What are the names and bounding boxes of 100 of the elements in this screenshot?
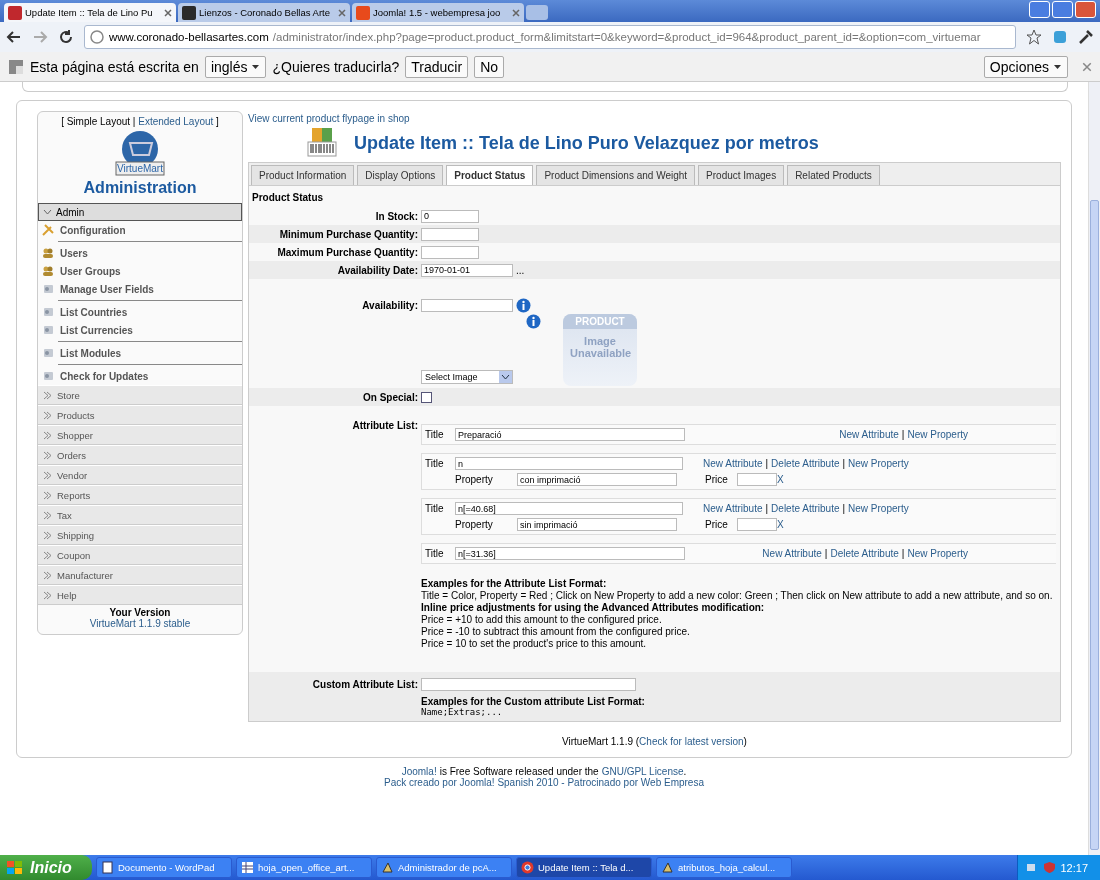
sidebar-section[interactable]: Tax: [38, 505, 242, 525]
taskbar-item[interactable]: Documento - WordPad: [96, 857, 232, 878]
check-version-link[interactable]: Check for latest version: [639, 736, 744, 747]
layout-link[interactable]: Extended Layout: [138, 116, 214, 127]
text-field[interactable]: sin imprimació: [517, 518, 677, 531]
text-field[interactable]: [737, 473, 777, 486]
form-tab[interactable]: Product Images: [698, 165, 785, 185]
sidebar-section[interactable]: Help: [38, 585, 242, 605]
translate-button[interactable]: No: [474, 55, 505, 78]
favicon-icon: [182, 5, 196, 20]
browser-tab[interactable]: Lienzos - Coronado Bellas Arte: [178, 3, 350, 22]
text-field[interactable]: [737, 518, 777, 531]
form-tab[interactable]: Product Status: [446, 165, 534, 185]
sidebar-section[interactable]: Shipping: [38, 525, 242, 545]
star-icon[interactable]: [1026, 29, 1042, 45]
language-dropdown[interactable]: inglés: [204, 55, 267, 78]
admin-section-header[interactable]: Admin: [38, 203, 242, 221]
taskbar-item[interactable]: atributos_hoja_calcul...: [656, 857, 792, 878]
text-field[interactable]: n: [455, 457, 683, 470]
sidebar-section[interactable]: Reports: [38, 485, 242, 505]
translate-button[interactable]: Traducir: [405, 55, 469, 78]
sidebar-section[interactable]: Manufacturer: [38, 565, 242, 585]
sidebar-item[interactable]: Users: [38, 244, 242, 262]
help-text: Price = -10 to subtract this amount from the configured price.: [421, 626, 691, 638]
wrench-icon[interactable]: [1078, 29, 1094, 45]
delete-link[interactable]: X: [777, 519, 784, 530]
sidebar-section[interactable]: Vendor: [38, 465, 242, 485]
text-field[interactable]: [421, 227, 479, 241]
text-field[interactable]: 1970-01-01: [421, 263, 513, 277]
minimize-button[interactable]: [1029, 1, 1050, 18]
attribute-link[interactable]: Delete Attribute: [771, 458, 840, 469]
browser-tab[interactable]: Update Item :: Tela de Lino Pu: [4, 3, 176, 22]
close-icon[interactable]: [1082, 61, 1092, 72]
version-link[interactable]: VirtueMart 1.1.9 stable: [89, 618, 191, 629]
forward-icon[interactable]: [32, 29, 48, 45]
taskbar-item[interactable]: hoja_open_office_art...: [236, 857, 372, 878]
attribute-link[interactable]: Delete Attribute: [771, 503, 840, 514]
attribute-link[interactable]: New Attribute: [703, 503, 763, 514]
scrollbar[interactable]: [1088, 82, 1100, 855]
text-field[interactable]: [421, 298, 513, 312]
sidebar-section[interactable]: Shopper: [38, 425, 242, 445]
delete-link[interactable]: X: [777, 474, 784, 485]
joomla-link[interactable]: Joomla!: [401, 766, 437, 777]
sidebar-item[interactable]: List Currencies: [38, 321, 242, 339]
help-text: Price = +10 to add this amount to the configured price.: [421, 614, 663, 626]
attribute-link[interactable]: New Attribute: [703, 458, 763, 469]
sidebar-item[interactable]: Configuration: [38, 221, 242, 239]
taskbar-item[interactable]: Administrador de pcA...: [376, 857, 512, 878]
attribute-link[interactable]: New Property: [907, 548, 968, 559]
title-label: Title: [425, 503, 445, 514]
credits-link[interactable]: Pack creado por Joomla! Spanish 2010 - Patrocinado por Web Empresa: [384, 777, 704, 788]
attribute-link[interactable]: New Property: [907, 429, 968, 440]
sidebar-item[interactable]: List Countries: [38, 303, 242, 321]
back-icon[interactable]: [6, 29, 22, 45]
info-icon[interactable]: [516, 297, 531, 313]
extension-icon[interactable]: [1052, 29, 1068, 45]
text-field[interactable]: Preparació: [455, 428, 685, 441]
close-icon[interactable]: [338, 8, 346, 17]
close-icon[interactable]: [164, 8, 172, 17]
attribute-link[interactable]: New Attribute: [762, 548, 822, 559]
close-icon[interactable]: [512, 8, 520, 17]
browser-tab[interactable]: Joomla! 1.5 - webempresa joo: [352, 3, 524, 22]
flypage-link[interactable]: View current product flypage in shop: [248, 111, 1061, 124]
sidebar-section[interactable]: Products: [38, 405, 242, 425]
taskbar-item[interactable]: Update Item :: Tela d...: [516, 857, 652, 878]
info-icon[interactable]: [526, 314, 541, 329]
shield-icon[interactable]: [1043, 861, 1057, 874]
close-button[interactable]: [1075, 1, 1096, 18]
address-field[interactable]: www.coronado-bellasartes.com /administrator/index.php?page=product.product_form&limitstart=0&keyword=&product_id=964&product_parent_id=&option=com_virtuemar: [84, 25, 1016, 49]
form-tab[interactable]: Display Options: [357, 165, 444, 185]
text-field[interactable]: 0: [421, 209, 479, 223]
text-field[interactable]: [421, 245, 479, 259]
sidebar-item[interactable]: Manage User Fields: [38, 280, 242, 298]
sidebar-section[interactable]: Store: [38, 385, 242, 405]
sidebar-item[interactable]: Check for Updates: [38, 367, 242, 385]
attribute-link[interactable]: Delete Attribute: [830, 548, 899, 559]
image-select[interactable]: Select Image: [421, 370, 513, 384]
scrollbar-thumb[interactable]: [1090, 200, 1099, 850]
form-tab[interactable]: Product Dimensions and Weight: [536, 165, 696, 185]
double-chevron-icon: [43, 410, 52, 420]
text-field[interactable]: con imprimació: [517, 473, 677, 486]
date-picker-link[interactable]: ...: [516, 264, 525, 276]
form-tab[interactable]: Product Information: [251, 165, 355, 185]
text-field[interactable]: n[=31.36]: [455, 547, 685, 560]
form-tab[interactable]: Related Products: [787, 165, 880, 185]
text-field[interactable]: n[=40.68]: [455, 502, 683, 515]
options-dropdown[interactable]: Opciones: [983, 55, 1068, 78]
sidebar-section[interactable]: Orders: [38, 445, 242, 465]
translate-message: Esta página está escrita en: [30, 58, 199, 75]
reload-icon[interactable]: [58, 29, 74, 45]
attribute-link[interactable]: New Property: [848, 458, 909, 469]
license-link[interactable]: GNU/GPL License: [601, 766, 684, 777]
sidebar-item[interactable]: User Groups: [38, 262, 242, 280]
attribute-link[interactable]: New Attribute: [839, 429, 899, 440]
checkbox[interactable]: [421, 391, 432, 403]
sidebar-item[interactable]: List Modules: [38, 344, 242, 362]
maximize-button[interactable]: [1052, 1, 1073, 18]
attribute-link[interactable]: New Property: [848, 503, 909, 514]
sidebar-section[interactable]: Coupon: [38, 545, 242, 565]
text-field[interactable]: [421, 677, 636, 691]
